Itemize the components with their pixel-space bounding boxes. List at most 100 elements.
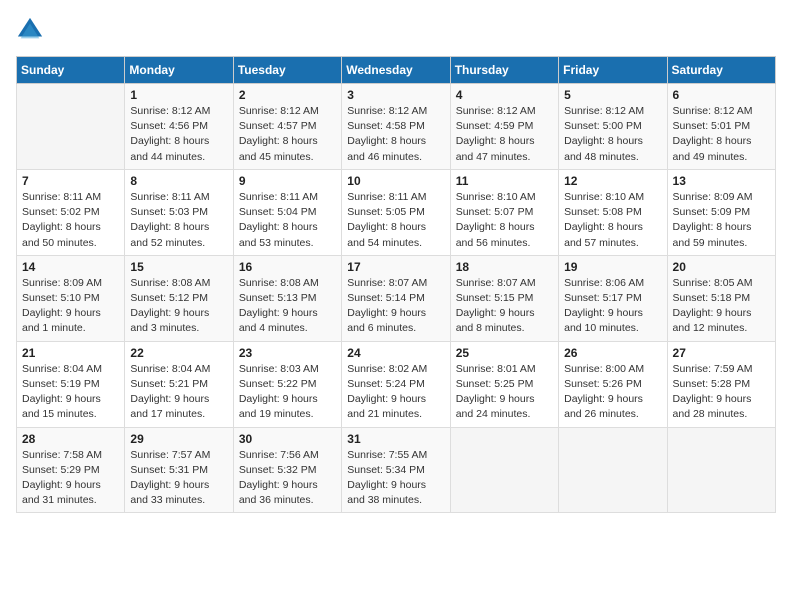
day-number: 27 bbox=[673, 346, 770, 360]
day-info: Sunrise: 8:12 AMSunset: 5:01 PMDaylight:… bbox=[673, 104, 770, 165]
day-info: Sunrise: 8:05 AMSunset: 5:18 PMDaylight:… bbox=[673, 276, 770, 337]
weekday-header: Thursday bbox=[450, 57, 558, 84]
calendar-cell: 17Sunrise: 8:07 AMSunset: 5:14 PMDayligh… bbox=[342, 255, 450, 341]
calendar-week-row: 1 Sunrise: 8:12 AMSunset: 4:56 PMDaylight… bbox=[17, 84, 776, 170]
calendar-cell: 15 Sunrise: 8:08 AMSunset: 5:12 PMDayligh… bbox=[125, 255, 233, 341]
calendar-cell: 26 Sunrise: 8:00 AMSunset: 5:26 PMDayligh… bbox=[559, 341, 667, 427]
day-info: Sunrise: 8:02 AMSunset: 5:24 PMDaylight:… bbox=[347, 362, 444, 423]
day-number: 18 bbox=[456, 260, 553, 274]
calendar-cell bbox=[559, 427, 667, 513]
calendar-cell: 18 Sunrise: 8:07 AMSunset: 5:15 PMDayligh… bbox=[450, 255, 558, 341]
day-info: Sunrise: 8:06 AMSunset: 5:17 PMDaylight:… bbox=[564, 276, 661, 337]
calendar-cell: 11 Sunrise: 8:10 AMSunset: 5:07 PMDayligh… bbox=[450, 169, 558, 255]
weekday-header: Sunday bbox=[17, 57, 125, 84]
calendar-cell bbox=[450, 427, 558, 513]
day-info: Sunrise: 8:10 AMSunset: 5:08 PMDaylight:… bbox=[564, 190, 661, 251]
day-info: Sunrise: 7:59 AMSunset: 5:28 PMDaylight:… bbox=[673, 362, 770, 423]
day-number: 5 bbox=[564, 88, 661, 102]
day-number: 9 bbox=[239, 174, 336, 188]
day-info: Sunrise: 8:12 AMSunset: 4:57 PMDaylight:… bbox=[239, 104, 336, 165]
calendar-cell: 21 Sunrise: 8:04 AMSunset: 5:19 PMDayligh… bbox=[17, 341, 125, 427]
day-info: Sunrise: 8:04 AMSunset: 5:19 PMDaylight:… bbox=[22, 362, 119, 423]
day-info: Sunrise: 7:55 AMSunset: 5:34 PMDaylight:… bbox=[347, 448, 444, 509]
day-info: Sunrise: 8:11 AMSunset: 5:04 PMDaylight:… bbox=[239, 190, 336, 251]
day-info: Sunrise: 8:00 AMSunset: 5:26 PMDaylight:… bbox=[564, 362, 661, 423]
day-info: Sunrise: 8:03 AMSunset: 5:22 PMDaylight:… bbox=[239, 362, 336, 423]
calendar-cell: 9 Sunrise: 8:11 AMSunset: 5:04 PMDaylight… bbox=[233, 169, 341, 255]
day-number: 11 bbox=[456, 174, 553, 188]
calendar-cell: 28 Sunrise: 7:58 AMSunset: 5:29 PMDayligh… bbox=[17, 427, 125, 513]
day-info: Sunrise: 7:58 AMSunset: 5:29 PMDaylight:… bbox=[22, 448, 119, 509]
day-info: Sunrise: 8:11 AMSunset: 5:02 PMDaylight:… bbox=[22, 190, 119, 251]
day-number: 2 bbox=[239, 88, 336, 102]
calendar-cell: 16 Sunrise: 8:08 AMSunset: 5:13 PMDayligh… bbox=[233, 255, 341, 341]
day-number: 21 bbox=[22, 346, 119, 360]
calendar-cell: 13Sunrise: 8:09 AMSunset: 5:09 PMDayligh… bbox=[667, 169, 775, 255]
logo-icon bbox=[16, 16, 44, 44]
day-number: 8 bbox=[130, 174, 227, 188]
calendar-body: 1 Sunrise: 8:12 AMSunset: 4:56 PMDaylight… bbox=[17, 84, 776, 513]
day-number: 19 bbox=[564, 260, 661, 274]
weekday-header: Tuesday bbox=[233, 57, 341, 84]
day-info: Sunrise: 8:01 AMSunset: 5:25 PMDaylight:… bbox=[456, 362, 553, 423]
day-number: 1 bbox=[130, 88, 227, 102]
calendar-cell: 6Sunrise: 8:12 AMSunset: 5:01 PMDaylight… bbox=[667, 84, 775, 170]
day-number: 29 bbox=[130, 432, 227, 446]
calendar-cell: 29 Sunrise: 7:57 AMSunset: 5:31 PMDayligh… bbox=[125, 427, 233, 513]
calendar-table: SundayMondayTuesdayWednesdayThursdayFrid… bbox=[16, 56, 776, 513]
calendar-cell: 7 Sunrise: 8:11 AMSunset: 5:02 PMDaylight… bbox=[17, 169, 125, 255]
day-number: 22 bbox=[130, 346, 227, 360]
weekday-header: Wednesday bbox=[342, 57, 450, 84]
day-info: Sunrise: 8:10 AMSunset: 5:07 PMDaylight:… bbox=[456, 190, 553, 251]
calendar-cell: 19 Sunrise: 8:06 AMSunset: 5:17 PMDayligh… bbox=[559, 255, 667, 341]
calendar-cell bbox=[667, 427, 775, 513]
day-info: Sunrise: 8:11 AMSunset: 5:05 PMDaylight:… bbox=[347, 190, 444, 251]
day-info: Sunrise: 8:12 AMSunset: 4:56 PMDaylight:… bbox=[130, 104, 227, 165]
weekday-header: Monday bbox=[125, 57, 233, 84]
calendar-cell: 3 Sunrise: 8:12 AMSunset: 4:58 PMDaylight… bbox=[342, 84, 450, 170]
day-info: Sunrise: 8:08 AMSunset: 5:12 PMDaylight:… bbox=[130, 276, 227, 337]
day-info: Sunrise: 8:08 AMSunset: 5:13 PMDaylight:… bbox=[239, 276, 336, 337]
calendar-cell: 1 Sunrise: 8:12 AMSunset: 4:56 PMDaylight… bbox=[125, 84, 233, 170]
day-info: Sunrise: 8:12 AMSunset: 4:59 PMDaylight:… bbox=[456, 104, 553, 165]
calendar-cell: 30 Sunrise: 7:56 AMSunset: 5:32 PMDayligh… bbox=[233, 427, 341, 513]
day-info: Sunrise: 7:56 AMSunset: 5:32 PMDaylight:… bbox=[239, 448, 336, 509]
calendar-cell: 20 Sunrise: 8:05 AMSunset: 5:18 PMDayligh… bbox=[667, 255, 775, 341]
day-info: Sunrise: 7:57 AMSunset: 5:31 PMDaylight:… bbox=[130, 448, 227, 509]
calendar-cell: 10 Sunrise: 8:11 AMSunset: 5:05 PMDayligh… bbox=[342, 169, 450, 255]
calendar-cell: 22 Sunrise: 8:04 AMSunset: 5:21 PMDayligh… bbox=[125, 341, 233, 427]
day-number: 25 bbox=[456, 346, 553, 360]
day-number: 12 bbox=[564, 174, 661, 188]
day-info: Sunrise: 8:12 AMSunset: 5:00 PMDaylight:… bbox=[564, 104, 661, 165]
day-number: 10 bbox=[347, 174, 444, 188]
day-info: Sunrise: 8:07 AMSunset: 5:15 PMDaylight:… bbox=[456, 276, 553, 337]
day-number: 3 bbox=[347, 88, 444, 102]
day-number: 26 bbox=[564, 346, 661, 360]
calendar-cell: 31Sunrise: 7:55 AMSunset: 5:34 PMDayligh… bbox=[342, 427, 450, 513]
weekday-header: Saturday bbox=[667, 57, 775, 84]
day-number: 14 bbox=[22, 260, 119, 274]
day-info: Sunrise: 8:04 AMSunset: 5:21 PMDaylight:… bbox=[130, 362, 227, 423]
page-header bbox=[16, 16, 776, 44]
calendar-week-row: 7 Sunrise: 8:11 AMSunset: 5:02 PMDaylight… bbox=[17, 169, 776, 255]
day-info: Sunrise: 8:12 AMSunset: 4:58 PMDaylight:… bbox=[347, 104, 444, 165]
day-number: 15 bbox=[130, 260, 227, 274]
day-number: 28 bbox=[22, 432, 119, 446]
calendar-cell: 24 Sunrise: 8:02 AMSunset: 5:24 PMDayligh… bbox=[342, 341, 450, 427]
calendar-cell: 8 Sunrise: 8:11 AMSunset: 5:03 PMDaylight… bbox=[125, 169, 233, 255]
day-number: 7 bbox=[22, 174, 119, 188]
logo bbox=[16, 16, 48, 44]
weekday-header: Friday bbox=[559, 57, 667, 84]
day-number: 20 bbox=[673, 260, 770, 274]
day-number: 4 bbox=[456, 88, 553, 102]
calendar-cell: 2 Sunrise: 8:12 AMSunset: 4:57 PMDaylight… bbox=[233, 84, 341, 170]
calendar-week-row: 28 Sunrise: 7:58 AMSunset: 5:29 PMDayligh… bbox=[17, 427, 776, 513]
calendar-cell: 12 Sunrise: 8:10 AMSunset: 5:08 PMDayligh… bbox=[559, 169, 667, 255]
day-number: 16 bbox=[239, 260, 336, 274]
calendar-cell: 25 Sunrise: 8:01 AMSunset: 5:25 PMDayligh… bbox=[450, 341, 558, 427]
day-info: Sunrise: 8:11 AMSunset: 5:03 PMDaylight:… bbox=[130, 190, 227, 251]
day-number: 30 bbox=[239, 432, 336, 446]
day-number: 13 bbox=[673, 174, 770, 188]
day-number: 23 bbox=[239, 346, 336, 360]
day-number: 24 bbox=[347, 346, 444, 360]
